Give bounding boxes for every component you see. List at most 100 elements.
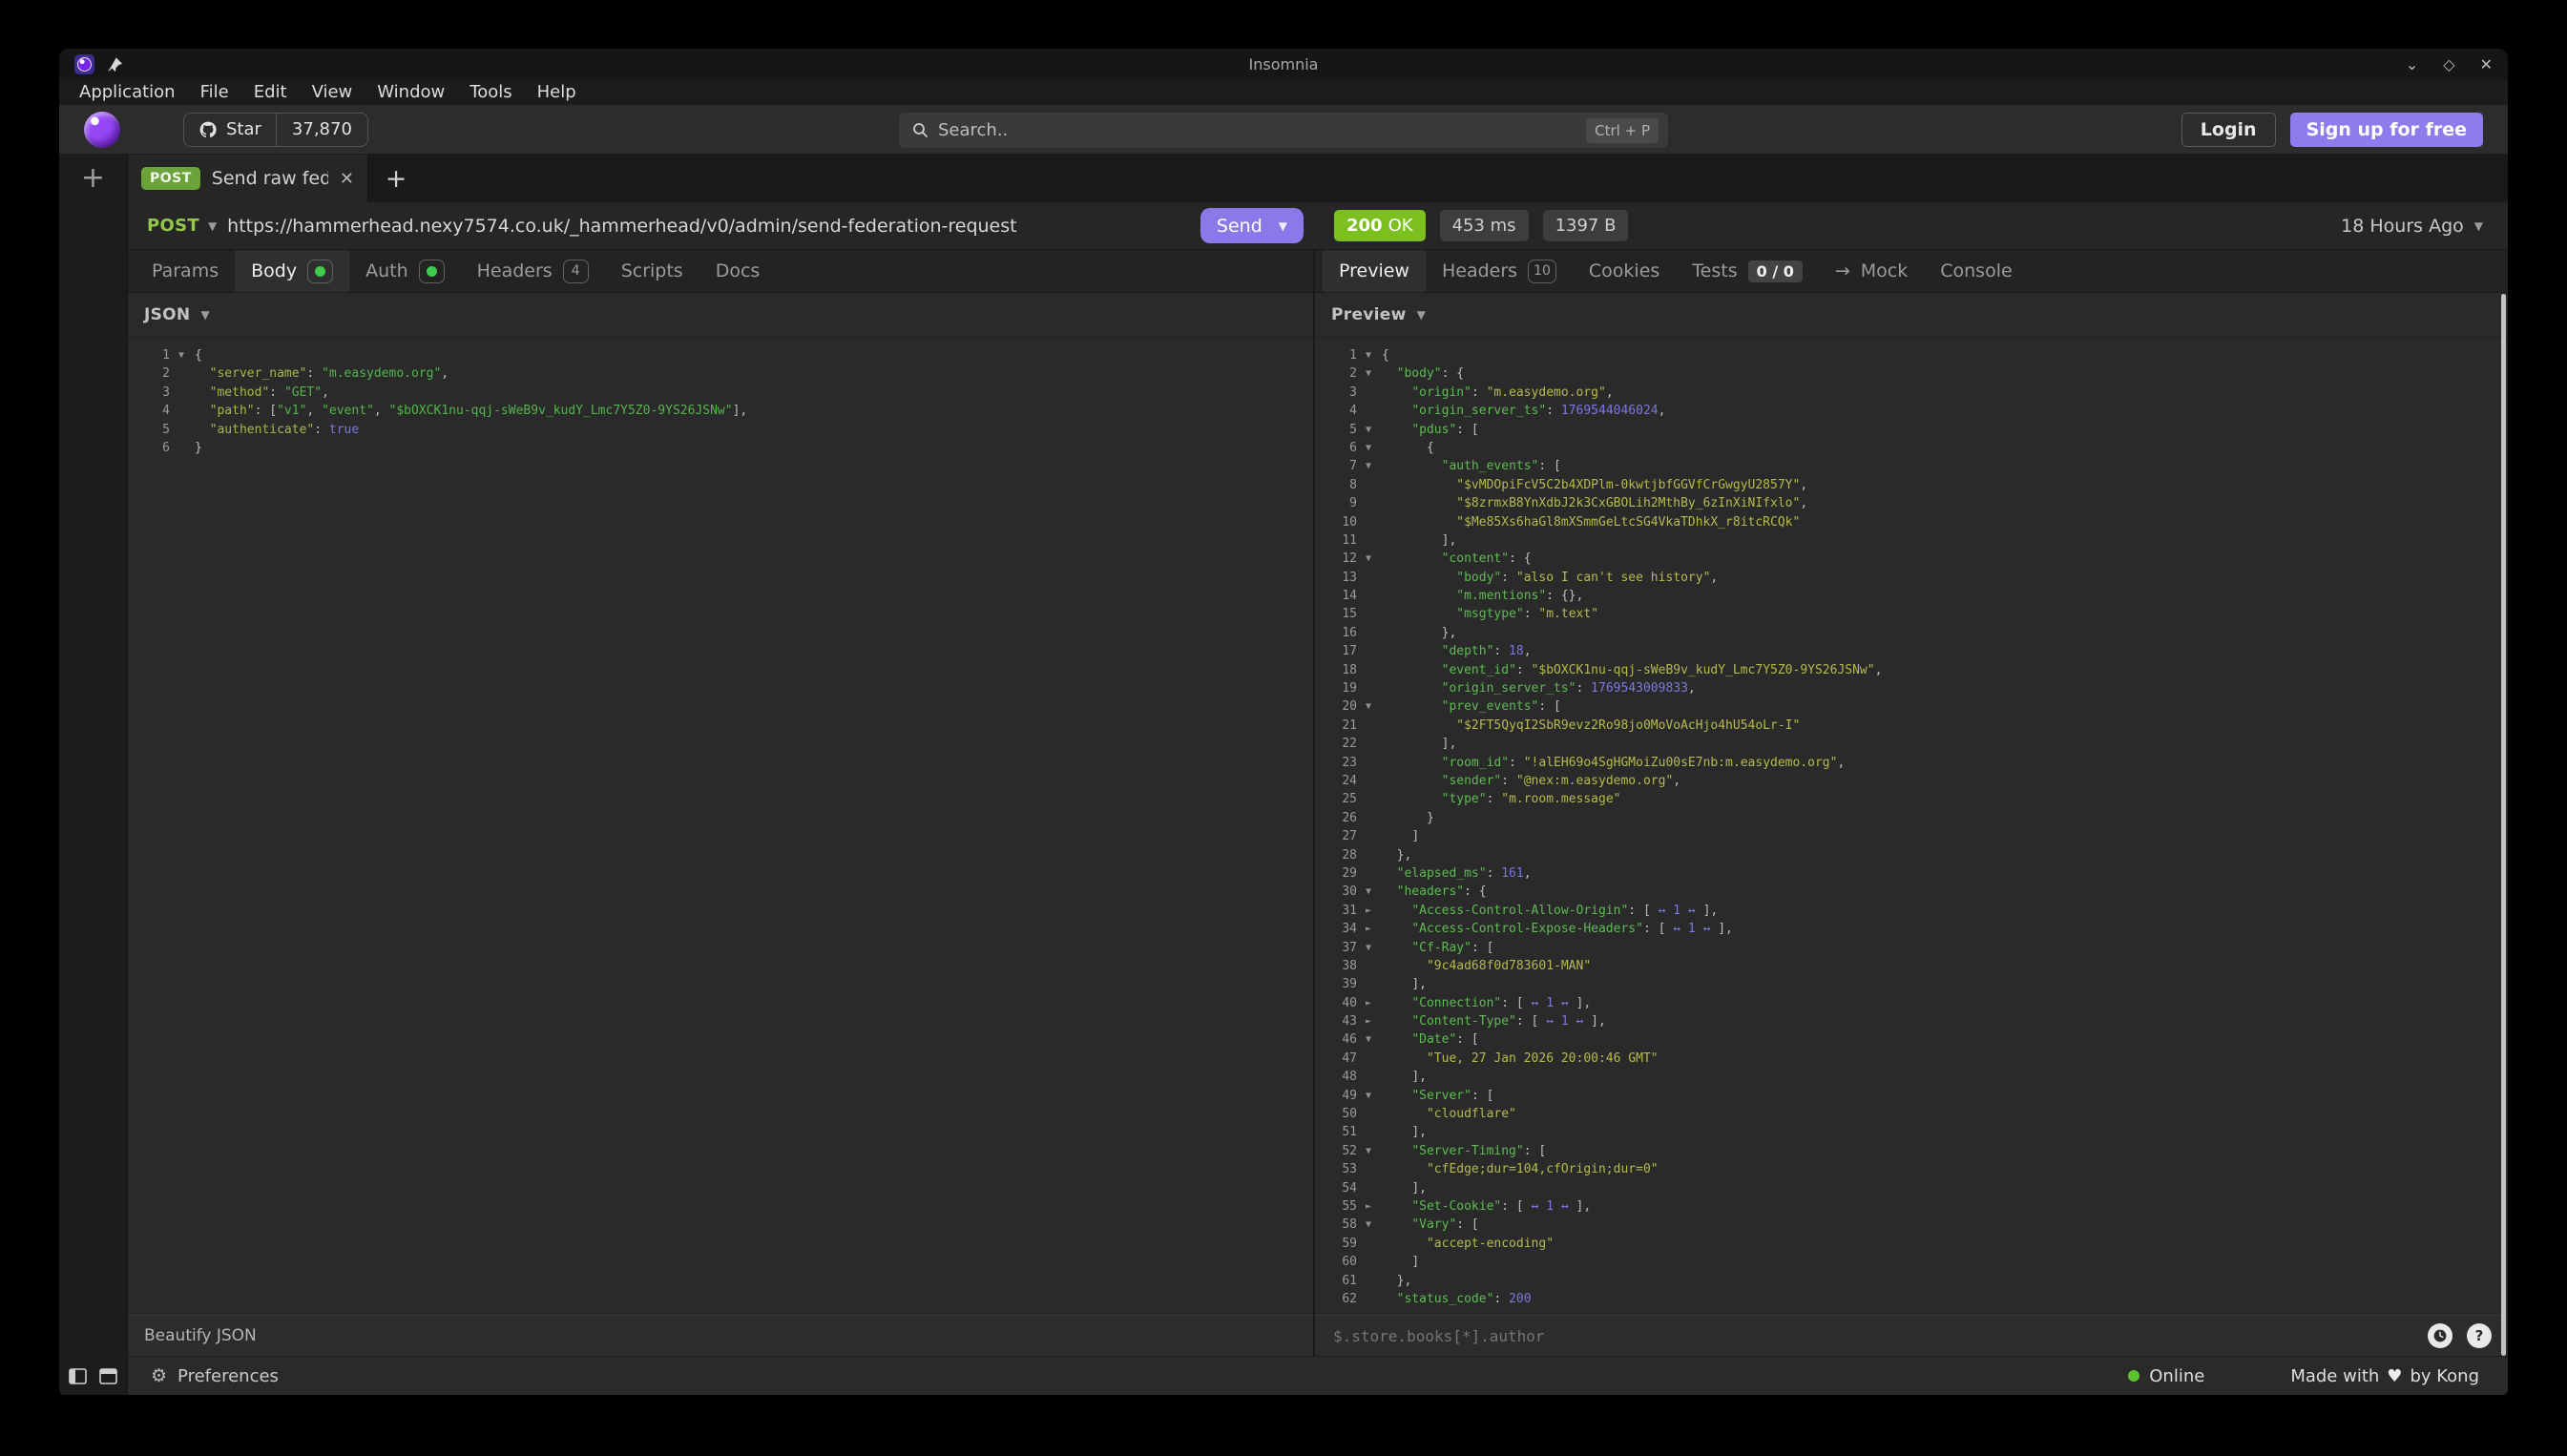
fold-gutter: [1357, 735, 1380, 753]
tab-auth[interactable]: Auth: [349, 250, 461, 292]
response-scrollbar[interactable]: [2501, 294, 2506, 1356]
method-selector[interactable]: POST: [147, 216, 199, 236]
tab-console[interactable]: Console: [1924, 250, 2028, 292]
preview-mode-caret-icon: ▼: [1417, 308, 1427, 322]
code-line: 19 "origin_server_ts": 1769543009833,: [1315, 679, 2508, 697]
tab-body-label: Body: [251, 260, 297, 281]
maximize-button[interactable]: ◇: [2443, 55, 2454, 73]
search-input[interactable]: Search.. Ctrl + P: [899, 113, 1668, 148]
fold-toggle-icon[interactable]: ►: [1357, 994, 1380, 1012]
beautify-json-button[interactable]: Beautify JSON: [144, 1326, 257, 1345]
line-number: 6: [128, 439, 170, 457]
request-tab[interactable]: POST Send raw federati... ✕: [128, 155, 368, 202]
line-number: 17: [1315, 642, 1357, 660]
tab-tests[interactable]: Tests0 / 0: [1676, 250, 1819, 292]
tab-body[interactable]: Body: [235, 250, 349, 292]
fold-gutter: [1357, 587, 1380, 605]
fold-toggle-icon[interactable]: ►: [1357, 920, 1380, 938]
body-type-caret-icon: ▼: [200, 308, 210, 322]
code-line: 21 "$2FT5QyqI2SbR9evz2Ro98jo0MoVoAcHjo4h…: [1315, 717, 2508, 735]
fold-toggle-icon[interactable]: ▼: [1357, 421, 1380, 439]
menu-item-application[interactable]: Application: [67, 82, 188, 102]
toggle-sidebar-icon[interactable]: [69, 1368, 87, 1384]
fold-toggle-icon[interactable]: ►: [1357, 902, 1380, 920]
fold-toggle-icon[interactable]: ▼: [1357, 1030, 1380, 1049]
tab-mock-label: Mock: [1861, 260, 1908, 281]
line-number: 60: [1315, 1253, 1357, 1271]
fold-toggle-icon[interactable]: ▼: [1357, 550, 1380, 568]
signup-button[interactable]: Sign up for free: [2290, 113, 2483, 147]
line-number: 4: [128, 402, 170, 420]
menu-item-view[interactable]: View: [300, 82, 365, 102]
code-line: 53 "cfEdge;dur=104,cfOrigin;dur=0": [1315, 1160, 2508, 1178]
kong-credit: Made with ♥ by Kong: [2290, 1366, 2479, 1386]
fold-toggle-icon[interactable]: ►: [1357, 1012, 1380, 1030]
tab-response-headers[interactable]: Headers10: [1426, 250, 1573, 292]
fold-toggle-icon[interactable]: ▼: [1357, 939, 1380, 957]
filter-history-button[interactable]: [2428, 1323, 2452, 1348]
minimize-button[interactable]: ⌄: [2406, 55, 2418, 73]
fold-toggle-icon[interactable]: ▼: [1357, 439, 1380, 457]
menu-item-edit[interactable]: Edit: [241, 82, 300, 102]
body-type-dropdown[interactable]: JSON ▼: [128, 293, 1313, 338]
fold-toggle-icon[interactable]: ▼: [1357, 457, 1380, 475]
fold-gutter: [1357, 642, 1380, 660]
login-button[interactable]: Login: [2181, 113, 2276, 147]
fold-toggle-icon[interactable]: ▼: [1357, 883, 1380, 901]
history-caret-icon: ▼: [2474, 219, 2483, 233]
menu-item-window[interactable]: Window: [365, 82, 457, 102]
github-star-button[interactable]: Star 37,870: [183, 113, 368, 147]
line-number: 23: [1315, 754, 1357, 772]
menu-item-tools[interactable]: Tools: [457, 82, 524, 102]
request-body-editor[interactable]: 1▼{2 "server_name": "m.easydemo.org",3 "…: [128, 338, 1313, 1315]
send-options-caret-icon[interactable]: ▼: [1279, 219, 1287, 233]
response-filter-input[interactable]: [1331, 1326, 2413, 1346]
menu-item-help[interactable]: Help: [525, 82, 589, 102]
tab-scripts-label: Scripts: [621, 260, 683, 281]
close-button[interactable]: ✕: [2480, 55, 2493, 73]
fold-toggle-icon[interactable]: ►: [1357, 1197, 1380, 1216]
tab-docs[interactable]: Docs: [699, 250, 777, 292]
new-tab-button[interactable]: +: [368, 155, 424, 202]
tab-mock[interactable]: →Mock: [1819, 250, 1924, 292]
tab-preview[interactable]: Preview: [1323, 250, 1426, 292]
code-line: 6}: [128, 439, 1313, 457]
tab-tests-label: Tests: [1692, 260, 1737, 281]
fold-gutter: [1357, 864, 1380, 883]
close-tab-icon[interactable]: ✕: [340, 169, 354, 189]
fold-gutter: [170, 402, 193, 420]
filter-help-button[interactable]: ?: [2467, 1323, 2492, 1348]
response-history-dropdown[interactable]: 18 Hours Ago ▼: [2341, 216, 2483, 237]
url-input[interactable]: https://hammerhead.nexy7574.co.uk/_hamme…: [227, 216, 1200, 237]
layout-toggle-group: [59, 1357, 128, 1395]
tab-params[interactable]: Params: [136, 250, 235, 292]
toggle-panel-icon[interactable]: [99, 1368, 117, 1384]
fold-toggle-icon[interactable]: ▼: [1357, 364, 1380, 383]
code-line: 60 ]: [1315, 1253, 2508, 1271]
code-line: 39 ],: [1315, 975, 2508, 993]
fold-gutter: [1357, 1272, 1380, 1290]
tab-cookies[interactable]: Cookies: [1573, 250, 1676, 292]
fold-toggle-icon[interactable]: ▼: [1357, 1087, 1380, 1105]
code-line: 62 "status_code": 200: [1315, 1290, 2508, 1308]
new-request-button[interactable]: +: [81, 155, 105, 202]
preview-mode-dropdown[interactable]: Preview ▼: [1315, 293, 2508, 338]
fold-toggle-icon[interactable]: ▼: [1357, 1216, 1380, 1234]
tab-scripts[interactable]: Scripts: [605, 250, 699, 292]
code-line: 52▼ "Server-Timing": [: [1315, 1142, 2508, 1160]
line-number: 37: [1315, 939, 1357, 957]
pin-icon[interactable]: [108, 57, 122, 72]
fold-toggle-icon[interactable]: ▼: [1357, 697, 1380, 716]
preferences-button[interactable]: ⚙ Preferences: [128, 1365, 302, 1386]
fold-toggle-icon[interactable]: ▼: [1357, 346, 1380, 364]
menu-item-file[interactable]: File: [188, 82, 241, 102]
tab-headers[interactable]: Headers4: [461, 250, 605, 292]
fold-gutter: [1357, 754, 1380, 772]
star-count: 37,870: [277, 114, 367, 146]
line-number: 1: [128, 346, 170, 364]
fold-toggle-icon[interactable]: ▼: [1357, 1142, 1380, 1160]
response-preview-editor[interactable]: 1▼{2▼ "body": {3 "origin": "m.easydemo.o…: [1315, 338, 2508, 1315]
send-button[interactable]: Send ▼: [1200, 208, 1304, 243]
code-line: 8 "$vMDOpiFcV5C2b4XDPlm-0kwtjbfGGVfCrGwg…: [1315, 476, 2508, 494]
fold-toggle-icon[interactable]: ▼: [170, 346, 193, 364]
